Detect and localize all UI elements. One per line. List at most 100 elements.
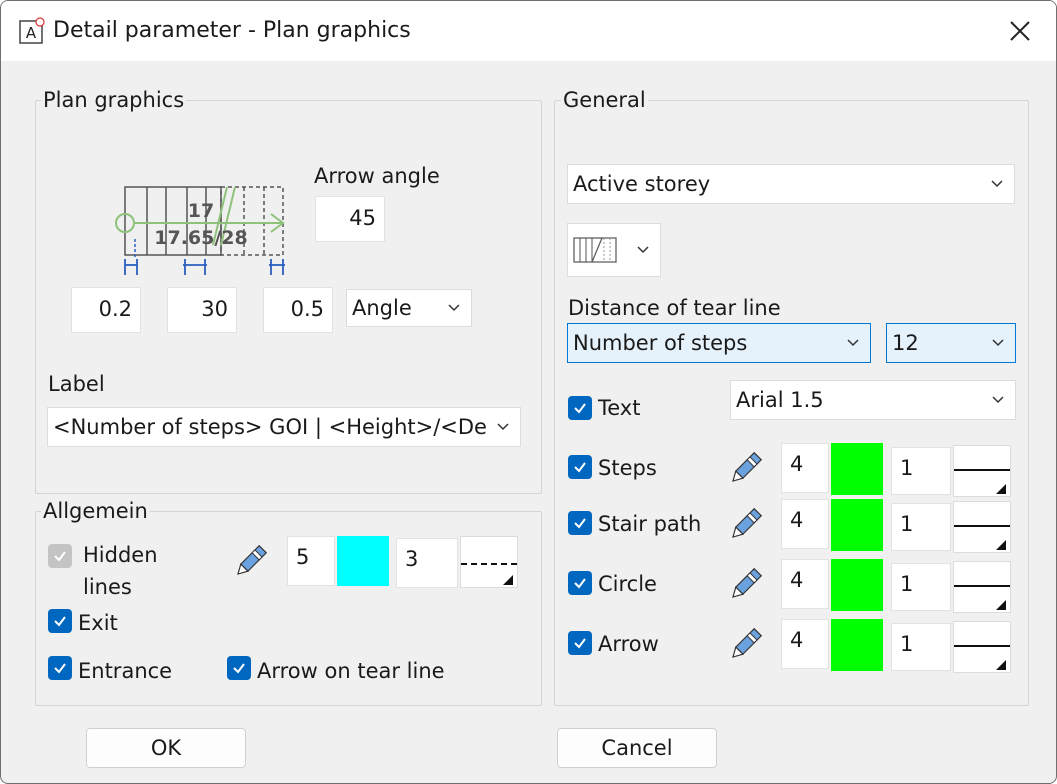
arrow-angle-input[interactable]: 45 bbox=[315, 196, 385, 242]
pencil-icon[interactable] bbox=[230, 542, 270, 582]
chevron-down-icon bbox=[991, 180, 1003, 188]
cancel-button[interactable]: Cancel bbox=[557, 728, 717, 768]
circle-label: Circle bbox=[598, 572, 657, 596]
pencil-icon[interactable] bbox=[725, 625, 765, 665]
dim-end-input[interactable]: 0.5 bbox=[263, 287, 333, 333]
checkmark-icon bbox=[574, 403, 586, 414]
plan-graphics-group-label: Plan graphics bbox=[41, 88, 187, 112]
solid-line-icon bbox=[954, 469, 1010, 494]
allgemein-group-label: Allgemein bbox=[41, 499, 150, 523]
checkmark-icon bbox=[574, 462, 586, 473]
chevron-down-icon bbox=[847, 339, 859, 347]
text-checkbox[interactable] bbox=[568, 396, 592, 420]
steps-pen-input[interactable]: 4 bbox=[781, 443, 829, 493]
diagram-steps-text: 17 bbox=[188, 200, 214, 222]
stair-path-line-input[interactable]: 1 bbox=[891, 503, 951, 551]
circle-checkbox[interactable] bbox=[568, 571, 592, 595]
steps-line-input[interactable]: 1 bbox=[891, 447, 951, 495]
checkmark-icon bbox=[574, 638, 586, 649]
pencil-icon[interactable] bbox=[725, 505, 765, 545]
text-font-dropdown[interactable]: Arial 1.5 bbox=[730, 380, 1016, 420]
chevron-down-icon bbox=[637, 246, 649, 254]
circle-line-input[interactable]: 1 bbox=[891, 563, 951, 611]
stair-path-label: Stair path bbox=[598, 512, 702, 536]
solid-line-icon bbox=[954, 585, 1010, 610]
checkmark-icon bbox=[574, 518, 586, 529]
dashed-line-icon bbox=[461, 563, 517, 585]
entrance-label: Entrance bbox=[78, 659, 173, 683]
dim-start-input[interactable]: 0.2 bbox=[71, 287, 141, 333]
pencil-icon[interactable] bbox=[725, 565, 765, 605]
text-font-value: Arial 1.5 bbox=[736, 388, 824, 412]
stair-path-pen-input[interactable]: 4 bbox=[781, 499, 829, 549]
stair-path-color-swatch[interactable] bbox=[831, 499, 883, 551]
hidden-lines-color-swatch[interactable] bbox=[337, 536, 389, 586]
chevron-down-icon bbox=[992, 339, 1004, 347]
arrow-angle-label: Arrow angle bbox=[314, 164, 440, 188]
hidden-lines-line-input[interactable]: 3 bbox=[396, 538, 458, 588]
hidden-lines-label-line1: Hidden bbox=[83, 543, 158, 567]
solid-line-icon bbox=[954, 645, 1010, 670]
pencil-icon[interactable] bbox=[725, 449, 765, 489]
storey-dropdown[interactable]: Active storey bbox=[567, 164, 1015, 204]
tear-line-caption: Distance of tear line bbox=[568, 296, 781, 320]
steps-style-picker[interactable] bbox=[953, 445, 1011, 497]
stair-path-style-picker[interactable] bbox=[953, 501, 1011, 553]
hidden-lines-label-line2: lines bbox=[83, 575, 132, 599]
diagram-height-depth-text: 17.65/28 bbox=[154, 227, 247, 249]
tear-line-symbol-icon bbox=[573, 237, 617, 263]
circle-color-swatch[interactable] bbox=[831, 559, 883, 611]
arrow-on-tear-line-label: Arrow on tear line bbox=[257, 659, 445, 683]
exit-label: Exit bbox=[78, 611, 118, 635]
arrow-checkbox[interactable] bbox=[568, 631, 592, 655]
checkmark-icon bbox=[54, 551, 66, 562]
storey-value: Active storey bbox=[573, 172, 711, 196]
steps-label: Steps bbox=[598, 456, 657, 480]
text-label: Text bbox=[598, 396, 641, 420]
steps-checkbox[interactable] bbox=[568, 455, 592, 479]
tear-line-symbol-dropdown[interactable] bbox=[567, 223, 661, 277]
checkmark-icon bbox=[233, 663, 245, 674]
window-title: Detail parameter - Plan graphics bbox=[53, 18, 411, 43]
circle-pen-input[interactable]: 4 bbox=[781, 559, 829, 609]
hidden-lines-pen-input[interactable]: 5 bbox=[287, 536, 335, 586]
stair-path-checkbox[interactable] bbox=[568, 511, 592, 535]
checkmark-icon bbox=[54, 616, 66, 627]
circle-style-picker[interactable] bbox=[953, 561, 1011, 613]
chevron-down-icon bbox=[497, 423, 509, 431]
arrow-style-picker[interactable] bbox=[953, 621, 1011, 673]
label-caption: Label bbox=[48, 372, 105, 396]
arrow-type-value: Angle bbox=[352, 296, 412, 320]
arrow-pen-input[interactable]: 4 bbox=[781, 619, 829, 669]
hidden-lines-style-picker[interactable] bbox=[460, 536, 518, 588]
stair-diagram: 17 17.65/28 bbox=[115, 186, 285, 275]
dialog-window: A Detail parameter - Plan graphics Plan … bbox=[0, 0, 1057, 784]
arrow-color-swatch[interactable] bbox=[831, 619, 883, 671]
close-button[interactable] bbox=[1004, 15, 1036, 47]
checkmark-icon bbox=[574, 578, 586, 589]
tear-line-mode-dropdown[interactable]: Number of steps bbox=[567, 323, 871, 363]
steps-color-swatch[interactable] bbox=[831, 443, 883, 495]
chevron-down-icon bbox=[992, 396, 1004, 404]
tear-line-value: 12 bbox=[892, 331, 919, 355]
dim-step-input[interactable]: 30 bbox=[167, 287, 237, 333]
tear-line-mode-value: Number of steps bbox=[573, 331, 748, 355]
svg-text:A: A bbox=[26, 24, 37, 42]
exit-checkbox[interactable] bbox=[48, 609, 72, 633]
ok-button[interactable]: OK bbox=[86, 728, 246, 768]
app-icon: A bbox=[19, 17, 45, 44]
chevron-down-icon bbox=[448, 304, 460, 312]
tear-line-value-dropdown[interactable]: 12 bbox=[886, 323, 1016, 363]
arrow-label: Arrow bbox=[598, 632, 659, 656]
arrow-line-input[interactable]: 1 bbox=[891, 623, 951, 671]
label-value: <Number of steps> GOI | <Height>/<De bbox=[53, 415, 487, 439]
entrance-checkbox[interactable] bbox=[48, 656, 72, 680]
general-group-label: General bbox=[561, 88, 648, 112]
label-dropdown[interactable]: <Number of steps> GOI | <Height>/<De bbox=[47, 407, 521, 447]
arrow-on-tear-line-checkbox[interactable] bbox=[227, 656, 251, 680]
title-bar: A Detail parameter - Plan graphics bbox=[1, 1, 1056, 61]
checkmark-icon bbox=[54, 663, 66, 674]
hidden-lines-checkbox[interactable] bbox=[48, 544, 72, 568]
arrow-type-dropdown[interactable]: Angle bbox=[346, 289, 472, 327]
close-icon bbox=[1010, 21, 1030, 41]
